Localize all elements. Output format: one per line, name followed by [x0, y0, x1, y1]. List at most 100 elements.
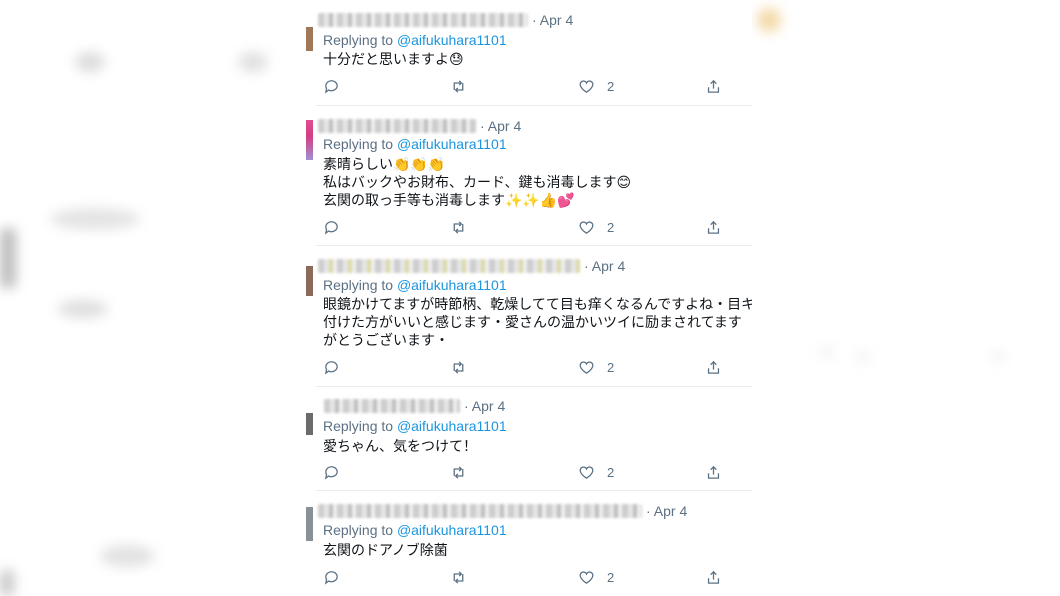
reply-feed: · Apr 4 Replying to @aifukuhara1101 十分だと…	[306, 0, 752, 596]
retweet-icon	[453, 221, 464, 234]
author-name-blurred[interactable]	[318, 13, 528, 27]
avatar[interactable]	[306, 266, 313, 296]
reply-button[interactable]	[323, 569, 340, 586]
tweet[interactable]: · Apr 4 Replying to @aifukuhara1101 十分だと…	[306, 0, 752, 106]
reply-icon	[324, 361, 338, 375]
replying-to: Replying to @aifukuhara1101	[323, 277, 507, 293]
tweet-actions: 2	[323, 78, 723, 100]
like-count: 2	[607, 220, 615, 235]
share-button[interactable]	[705, 359, 722, 376]
tweet[interactable]: · Apr 4 Replying to @aifukuhara1101 素晴らし…	[306, 106, 752, 246]
replying-to: Replying to @aifukuhara1101	[323, 418, 507, 434]
tweet-date[interactable]: · Apr 4	[584, 258, 625, 274]
like-button[interactable]: 2	[578, 78, 614, 95]
author-name-blurred[interactable]	[324, 399, 460, 413]
reply-button[interactable]	[323, 464, 340, 481]
replying-to: Replying to @aifukuhara1101	[323, 32, 507, 48]
retweet-button[interactable]	[450, 78, 467, 95]
reply-handle-link[interactable]: @aifukuhara1101	[397, 522, 507, 538]
tweet-date[interactable]: · Apr 4	[532, 12, 573, 28]
background-blur	[75, 52, 105, 72]
background-blur	[100, 545, 155, 567]
author-row: · Apr 4	[318, 117, 521, 135]
author-row: · Apr 4	[318, 397, 505, 415]
author-row: · Apr 4	[318, 502, 687, 520]
tweet[interactable]: · Apr 4 Replying to @aifukuhara1101 玄関のド…	[306, 491, 752, 596]
retweet-icon	[453, 466, 464, 479]
like-count: 2	[607, 465, 615, 480]
retweet-icon	[453, 571, 464, 584]
background-blur	[238, 52, 268, 72]
reply-handle-link[interactable]: @aifukuhara1101	[397, 418, 507, 434]
like-button[interactable]: 2	[578, 569, 614, 586]
reply-button[interactable]	[323, 78, 340, 95]
like-count: 2	[607, 360, 615, 375]
author-row: · Apr 4	[318, 257, 625, 275]
author-name-blurred[interactable]	[318, 119, 476, 133]
retweet-icon	[453, 80, 464, 93]
tweet-actions: 2	[323, 464, 723, 486]
like-button[interactable]: 2	[578, 219, 614, 236]
tweet-text: 玄関のドアノブ除菌	[323, 542, 448, 558]
tweet-text: 素晴らしい👏👏👏 私はバックやお財布、カード、鍵も消毒します😊 玄関の取っ手等も…	[323, 156, 632, 208]
tweet[interactable]: · Apr 4 Replying to @aifukuhara1101 眼鏡かけ…	[306, 246, 752, 387]
background-blur	[858, 352, 868, 362]
retweet-button[interactable]	[450, 464, 467, 481]
share-button[interactable]	[705, 219, 722, 236]
replying-to: Replying to @aifukuhara1101	[323, 522, 507, 538]
tweet-text: 十分だと思いますよ😓	[323, 51, 464, 67]
tweet-actions: 2	[323, 359, 723, 381]
avatar[interactable]	[306, 507, 313, 541]
retweet-button[interactable]	[450, 569, 467, 586]
share-button[interactable]	[705, 78, 722, 95]
tweet-actions: 2	[323, 569, 723, 591]
background-blur	[0, 228, 16, 288]
retweet-button[interactable]	[450, 219, 467, 236]
like-count: 2	[607, 79, 615, 94]
like-button[interactable]: 2	[578, 359, 614, 376]
avatar[interactable]	[306, 120, 313, 160]
like-icon	[579, 221, 594, 234]
share-button[interactable]	[705, 569, 722, 586]
reply-handle-link[interactable]: @aifukuhara1101	[397, 277, 507, 293]
reply-button[interactable]	[323, 219, 340, 236]
reply-icon	[324, 80, 338, 94]
reply-handle-link[interactable]: @aifukuhara1101	[397, 136, 507, 152]
tweet-date[interactable]: · Apr 4	[464, 398, 505, 414]
like-icon	[579, 571, 594, 584]
tweet-text: 愛ちゃん、気をつけて！	[323, 438, 477, 454]
tweet[interactable]: · Apr 4 Replying to @aifukuhara1101 愛ちゃん…	[306, 387, 752, 491]
reply-handle-link[interactable]: @aifukuhara1101	[397, 32, 507, 48]
reply-icon	[324, 221, 338, 235]
tweet-actions: 2	[323, 219, 723, 241]
tweet-text: 眼鏡かけてますが時節柄、乾燥してて目も痒くなるんですよね・目キ 付けた方がいいと…	[323, 296, 752, 348]
like-icon	[579, 80, 594, 93]
background-blur	[993, 352, 1003, 362]
tweet-date[interactable]: · Apr 4	[646, 503, 687, 519]
like-button[interactable]: 2	[578, 464, 614, 481]
share-icon	[707, 360, 720, 374]
background-blur	[58, 300, 108, 318]
replying-to: Replying to @aifukuhara1101	[323, 136, 507, 152]
author-row: · Apr 4	[318, 11, 573, 29]
retweet-icon	[453, 361, 464, 374]
avatar[interactable]	[306, 27, 313, 51]
background-blur	[822, 347, 832, 357]
reply-button[interactable]	[323, 359, 340, 376]
like-count: 2	[607, 570, 615, 585]
background-blur	[757, 8, 781, 32]
retweet-button[interactable]	[450, 359, 467, 376]
share-icon	[707, 465, 720, 479]
author-name-blurred[interactable]	[318, 259, 580, 273]
background-blur	[0, 570, 14, 596]
share-icon	[707, 570, 720, 584]
reply-icon	[324, 466, 338, 480]
like-icon	[579, 361, 594, 374]
share-icon	[707, 220, 720, 234]
author-name-blurred[interactable]	[318, 504, 642, 518]
avatar[interactable]	[306, 413, 313, 435]
background-blur	[50, 208, 140, 230]
share-icon	[707, 79, 720, 93]
share-button[interactable]	[705, 464, 722, 481]
tweet-date[interactable]: · Apr 4	[480, 118, 521, 134]
